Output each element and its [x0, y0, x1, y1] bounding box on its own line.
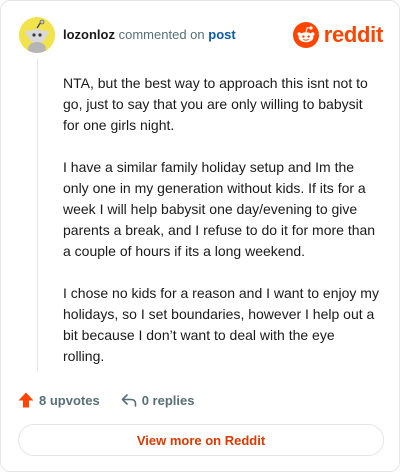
post-link[interactable]: post — [208, 27, 235, 42]
comment-actions: 8 upvotes 0 replies — [17, 389, 194, 411]
thread-line[interactable] — [37, 59, 38, 371]
comment-paragraph: I have a similar family holiday setup an… — [63, 159, 376, 259]
action-text: commented on — [118, 27, 205, 42]
view-more-button[interactable]: View more on Reddit — [18, 424, 384, 456]
upvote-arrow-icon — [18, 392, 34, 408]
reddit-wordmark: reddit — [323, 22, 384, 47]
view-more-label: View more on Reddit — [136, 432, 266, 448]
username-link[interactable]: lozonloz — [63, 27, 115, 42]
reply-arrow-icon — [121, 394, 136, 407]
comment-header: lozonloz commented on post reddit — [17, 15, 383, 55]
comment-byline: lozonloz commented on post — [63, 26, 236, 43]
comment-paragraph: NTA, but the best way to approach this i… — [63, 75, 368, 133]
snoo-avatar-icon — [19, 17, 55, 53]
reddit-snoo-icon — [292, 22, 319, 48]
user-avatar[interactable] — [19, 17, 55, 53]
upvote-count: 8 upvotes — [39, 392, 100, 408]
reddit-logo[interactable]: reddit — [292, 21, 384, 49]
comment-body: NTA, but the best way to approach this i… — [63, 73, 379, 388]
reply-count: 0 replies — [141, 392, 195, 408]
comment-embed-card: lozonloz commented on post reddit NTA, b… — [0, 0, 400, 472]
comment-paragraph: I chose no kids for a reason and I want … — [63, 285, 379, 364]
upvote-button[interactable]: 8 upvotes — [17, 391, 100, 409]
replies-button[interactable]: 0 replies — [120, 391, 195, 409]
